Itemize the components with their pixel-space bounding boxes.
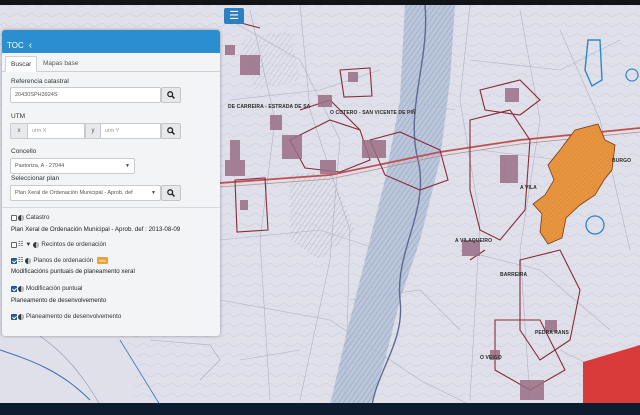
ref-catastral-search-button[interactable] — [161, 87, 181, 103]
map-label: DE CARREIRA - ESTRADA DE SA — [228, 104, 311, 110]
map-label: BARREIRA — [500, 272, 528, 278]
opacity-icon[interactable] — [33, 241, 40, 248]
utm-x-addon: x — [10, 123, 28, 139]
planeamento-checkbox[interactable] — [11, 313, 17, 320]
layer-planeamento-label: Planeamento de desenvolvemento — [26, 313, 122, 320]
plan-select[interactable]: Plan Xeral de Ordenación Municipal - Apr… — [10, 185, 161, 201]
concello-select[interactable]: Pastoriza, A - 27044 ▼ — [10, 158, 135, 174]
planos-checkbox[interactable] — [11, 257, 17, 264]
toc-tabs: Buscar Mapas base — [2, 53, 220, 72]
map-label: A VILA — [520, 185, 537, 191]
table-icon[interactable]: ☷ — [18, 257, 23, 264]
utm-x-placeholder: utm X — [32, 128, 47, 134]
collapse-chevron-icon[interactable]: ‹ — [29, 40, 32, 50]
layer-planos-label: Planos de ordenación — [33, 257, 94, 264]
ref-catastral-label: Referencia catastral — [11, 78, 69, 85]
layer-planos[interactable]: ☷ Planos de ordenación info — [11, 257, 108, 264]
utm-label: UTM — [11, 113, 26, 120]
table-icon[interactable]: ☷ — [18, 241, 23, 248]
layer-modificacion[interactable]: Modificación puntual — [11, 285, 82, 292]
modificacion-checkbox[interactable] — [11, 285, 17, 292]
opacity-icon[interactable] — [18, 285, 24, 292]
toc-title: TOC — [7, 41, 24, 50]
map-label: A VILAQUEIRO — [455, 238, 493, 244]
map-layers-button[interactable]: ☰ — [224, 8, 244, 24]
divider — [2, 207, 220, 208]
window-top-edge — [0, 0, 640, 5]
utm-x-input[interactable]: utm X — [27, 123, 85, 139]
tab-buscar[interactable]: Buscar — [5, 56, 38, 72]
search-icon — [167, 91, 175, 99]
utm-y-addon: y — [85, 123, 101, 139]
map-label: O VEIGO — [480, 355, 502, 361]
filter-icon[interactable]: ▼ — [25, 242, 31, 248]
utm-search-button[interactable] — [161, 123, 181, 139]
modificacions-text: Modificacións puntuais de planeamento xe… — [11, 268, 135, 275]
window-bottom-edge — [0, 403, 640, 415]
layer-catastro[interactable]: Catastro — [11, 214, 49, 221]
chevron-down-icon: ▼ — [151, 190, 156, 196]
opacity-icon[interactable] — [18, 313, 24, 320]
concello-selected: Pastoriza, A - 27044 — [15, 163, 65, 169]
utm-y-placeholder: utm Y — [105, 128, 120, 134]
toc-header: TOC ‹ — [2, 30, 220, 53]
chevron-down-icon: ▼ — [125, 163, 130, 169]
layer-modificacion-label: Modificación puntual — [26, 285, 83, 292]
plan-search-button[interactable] — [161, 185, 181, 201]
ref-catastral-value: 20430SPH3924S — [15, 92, 58, 98]
layer-catastro-label: Catastro — [26, 214, 50, 221]
opacity-icon[interactable] — [25, 257, 32, 264]
toc-panel: TOC ‹ Buscar Mapas base Referencia catas… — [2, 30, 220, 336]
utm-y-input[interactable]: utm Y — [100, 123, 161, 139]
concello-label: Concello — [11, 148, 37, 155]
opacity-icon[interactable] — [18, 214, 24, 221]
plan-selected: Plan Xeral de Ordenación Municipal - Apr… — [15, 190, 133, 196]
ref-catastral-input[interactable]: 20430SPH3924S — [10, 87, 161, 103]
recintos-checkbox[interactable] — [11, 241, 17, 248]
search-icon — [167, 127, 175, 135]
layer-planeamento[interactable]: Planeamento de desenvolvemento — [11, 313, 121, 320]
layer-recintos[interactable]: ☷ ▼ Recintos de ordenación — [11, 241, 106, 248]
legend-badge[interactable]: info — [97, 257, 108, 264]
plan-label: Seleccionar plan — [11, 175, 60, 182]
plan-info-text: Plan Xeral de Ordenación Municipal - Apr… — [11, 226, 181, 233]
map-label: O COTERO - SAN VICENTE DE PIÑ — [330, 110, 416, 116]
map-label: BURGO — [612, 158, 632, 164]
catastro-checkbox[interactable] — [11, 214, 17, 221]
tab-mapas-base[interactable]: Mapas base — [38, 56, 83, 72]
layer-recintos-label: Recintos de ordenación — [41, 241, 107, 248]
search-icon — [167, 189, 175, 197]
map-label: PEDRA RANS — [535, 330, 569, 336]
planeamento-text: Planeamento de desenvolvemento — [11, 297, 107, 304]
